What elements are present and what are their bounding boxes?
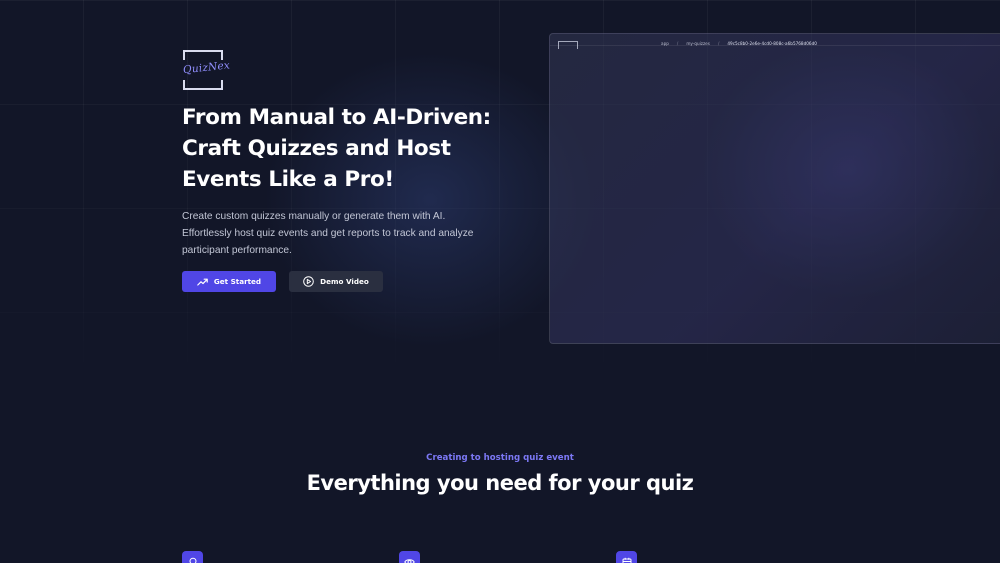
breadcrumb-separator: / — [676, 41, 679, 46]
breadcrumb-item-my-quizzes[interactable]: my-quizzes — [686, 41, 710, 46]
hero-description: Create custom quizzes manually or genera… — [182, 211, 474, 256]
calendar-icon — [616, 551, 637, 563]
section-eyebrow: Creating to hosting quiz event — [426, 453, 574, 463]
eye-icon — [399, 551, 420, 563]
play-circle-icon — [303, 276, 314, 287]
quiznex-logo[interactable]: QuizNex — [182, 50, 230, 90]
get-started-button[interactable]: Get Started — [182, 271, 276, 292]
breadcrumb: app / my-quizzes / 49c5c8b0-2e6e-4cd0-80… — [661, 41, 817, 46]
hero-title: From Manual to AI-Driven: Craft Quizzes … — [182, 105, 491, 192]
breadcrumb-item-app[interactable]: app — [661, 41, 669, 46]
logo-text: QuizNex — [182, 59, 231, 77]
get-started-label: Get Started — [213, 277, 262, 286]
section-title: Everything you need for your quiz — [306, 471, 694, 495]
app-preview-window: app / my-quizzes / 49c5c8b0-2e6e-4cd0-80… — [549, 33, 1000, 344]
preview-logo — [558, 41, 578, 49]
trending-up-icon — [197, 278, 208, 286]
demo-video-button[interactable]: Demo Video — [289, 271, 383, 292]
breadcrumb-separator: / — [717, 41, 720, 46]
demo-video-label: Demo Video — [320, 277, 369, 286]
lightbulb-icon — [182, 551, 203, 563]
breadcrumb-item-quiz-id: 49c5c8b0-2e6e-4cd0-808c-a6b5768d06d0 — [727, 41, 817, 46]
